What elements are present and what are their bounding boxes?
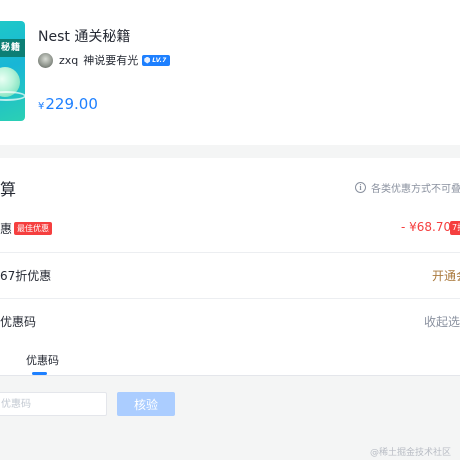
notice-text: 各类优惠方式不可叠 xyxy=(371,184,460,195)
avatar[interactable] xyxy=(38,52,53,68)
discount-row-best[interactable]: 惠 最佳优惠 - ¥68.70 7折 xyxy=(0,206,460,251)
price-calculation-panel: 算 i 各类优惠方式不可叠 惠 最佳优惠 - ¥68.70 7折 67折优惠 开… xyxy=(0,158,460,344)
author-motto: 神说要有光 xyxy=(83,54,139,67)
ring-decoration xyxy=(0,91,25,101)
discount-row-vip[interactable]: 67折优惠 开通会 xyxy=(0,252,460,297)
best-discount-badge: 最佳优惠 xyxy=(14,222,52,235)
active-tab-indicator xyxy=(32,372,47,375)
product-title[interactable]: Nest 通关秘籍 xyxy=(38,26,130,46)
level-text: LV.7 xyxy=(152,56,167,64)
coupon-code-input[interactable] xyxy=(0,392,107,416)
price-currency: ¥ xyxy=(38,101,45,112)
coupon-tabs: 优惠码 xyxy=(0,344,460,376)
open-vip-link[interactable]: 开通会 xyxy=(432,267,460,284)
discount-notice: i 各类优惠方式不可叠 xyxy=(355,180,460,195)
vip-discount-label: 67折优惠 xyxy=(0,269,52,283)
discount-rate-badge: 7折 xyxy=(450,221,460,235)
author-name[interactable]: zxq xyxy=(59,54,78,67)
discount-label: 惠 xyxy=(0,222,13,236)
watermark: @稀土掘金技术社区 xyxy=(370,448,452,458)
collapse-selection-link[interactable]: 收起选 xyxy=(424,313,460,330)
tab-coupon-code[interactable]: 优惠码 xyxy=(26,352,59,368)
product-card: 秘籍 Nest 通关秘籍 zxq 神说要有光 LV.7 ¥ 229.00 xyxy=(0,0,460,145)
discount-amount: - ¥68.70 xyxy=(401,220,452,234)
level-icon xyxy=(144,56,151,64)
price-amount: 229.00 xyxy=(45,95,98,113)
discount-row-coupon[interactable]: 优惠码 收起选 xyxy=(0,298,460,343)
level-badge: LV.7 xyxy=(142,54,170,66)
calculation-title: 算 xyxy=(0,180,17,199)
verify-button[interactable]: 核验 xyxy=(117,392,175,416)
cover-tag: 秘籍 xyxy=(0,39,25,57)
author-info[interactable]: zxq 神说要有光 LV.7 xyxy=(38,51,170,69)
book-cover[interactable]: 秘籍 xyxy=(0,21,25,121)
product-price: ¥ 229.00 xyxy=(38,95,98,113)
info-icon: i xyxy=(355,182,366,193)
coupon-label: 优惠码 xyxy=(0,315,37,329)
